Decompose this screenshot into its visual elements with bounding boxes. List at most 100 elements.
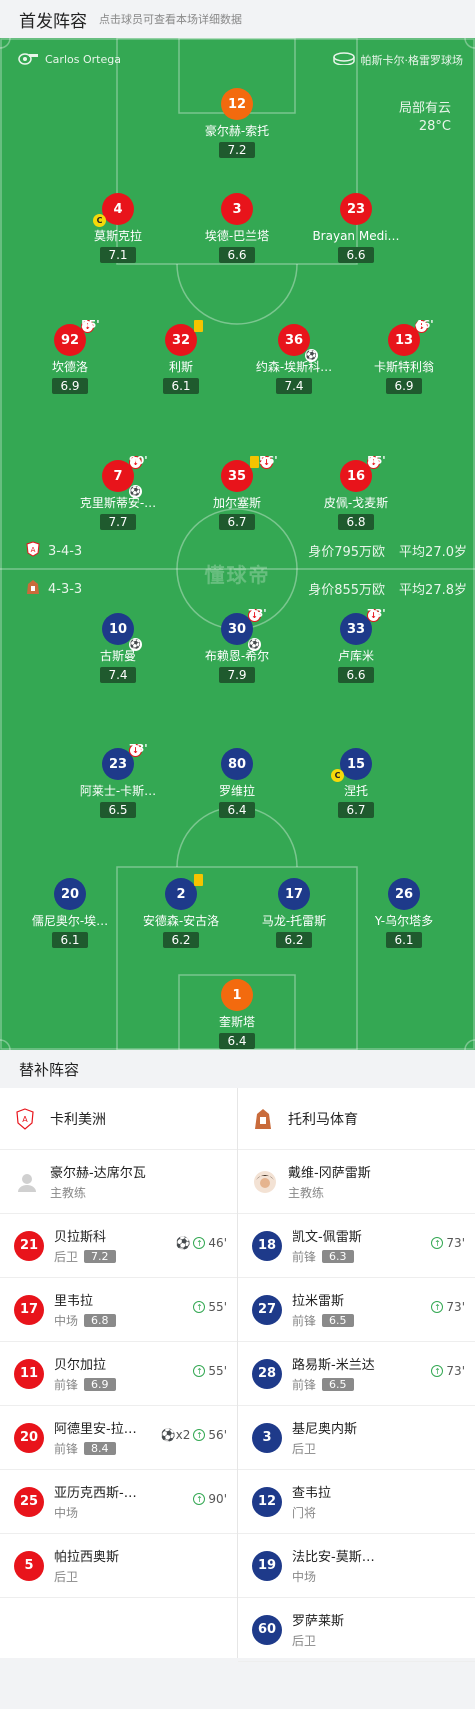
- sub-number: 18: [252, 1230, 282, 1261]
- player-away-30[interactable]: 30 ↓ ⚽ 73' 布赖恩-希尔 7.9: [182, 607, 292, 683]
- whistle-icon: [17, 51, 39, 68]
- sub-rating: 6.5: [322, 1378, 354, 1391]
- svg-text:A: A: [22, 1115, 28, 1124]
- player-name: 卡斯特利翁: [373, 360, 434, 374]
- player-away-2[interactable]: 2 安德森-安古洛 6.2: [126, 874, 236, 948]
- away-team-row[interactable]: 托利马体育: [238, 1088, 475, 1150]
- home-coach-row[interactable]: 豪尔赫-达席尔瓦 主教练: [0, 1150, 237, 1214]
- player-number: 13 ↓ 46': [388, 318, 434, 356]
- sub-row[interactable]: 17 里韦拉 中场 6.8 ↑ 55': [0, 1278, 237, 1342]
- player-number: 17: [278, 878, 310, 910]
- sub-info: 凯文-佩雷斯 前锋 6.3: [292, 1226, 412, 1265]
- player-away-80[interactable]: 80 罗维拉 6.4: [182, 748, 292, 818]
- player-away-17[interactable]: 17 马龙-托雷斯 6.2: [239, 878, 349, 948]
- goal-icon: ⚽: [248, 638, 261, 651]
- referee-info: Carlos Ortega: [17, 51, 121, 68]
- away-crest-icon: [252, 1106, 274, 1132]
- sub-in-icon: ↑: [193, 1301, 206, 1313]
- player-away-1[interactable]: 1 奎斯塔 6.4: [182, 979, 292, 1049]
- player-home-13[interactable]: 13 ↓ 46' 卡斯特利翁 6.9: [349, 318, 459, 394]
- player-number: 26: [388, 878, 420, 910]
- sub-rating: 6.5: [322, 1314, 354, 1327]
- home-team-name: 卡利美洲: [50, 1111, 106, 1128]
- sub-rating: 8.4: [84, 1442, 116, 1455]
- player-number: 36 ⚽: [278, 324, 318, 362]
- player-home-35[interactable]: 35 ↓ 56' 加尔塞斯 6.7: [182, 454, 292, 530]
- sub-time: 73': [129, 742, 148, 755]
- away-coach-row[interactable]: 戴维-冈萨雷斯 主教练: [238, 1150, 475, 1214]
- sub-time: 90': [208, 1492, 227, 1506]
- player-rating: 7.9: [219, 667, 255, 683]
- sub-name: 贝尔加拉: [54, 1358, 107, 1373]
- sub-row[interactable]: 28 路易斯-米兰达 前锋 6.5 ↑ 73': [238, 1342, 475, 1406]
- sub-row[interactable]: 18 凯文-佩雷斯 前锋 6.3 ↑ 73': [238, 1214, 475, 1278]
- player-away-15[interactable]: 15 C 涅托 6.7: [301, 748, 411, 818]
- sub-row[interactable]: 11 贝尔加拉 前锋 6.9 ↑ 55': [0, 1342, 237, 1406]
- player-rating: 6.7: [338, 802, 374, 818]
- player-home-32[interactable]: 32 利斯 6.1: [126, 320, 236, 394]
- sub-row[interactable]: 20 阿德里安-拉… 前锋 8.4 ⚽x2 ↑ 56': [0, 1406, 237, 1470]
- yellow-card-icon: [194, 874, 203, 886]
- sub-name: 里韦拉: [54, 1294, 94, 1309]
- sub-position: 前锋: [292, 1250, 317, 1264]
- sub-time: 73': [446, 1364, 465, 1378]
- sub-rating: 7.2: [84, 1250, 116, 1263]
- sub-number: 21: [14, 1230, 44, 1261]
- yellow-card-icon: [194, 320, 203, 332]
- player-rating: 6.7: [219, 514, 255, 530]
- player-home-3[interactable]: 3 埃德-巴兰塔 6.6: [182, 193, 292, 263]
- weather-info: 局部有云 28°C: [399, 100, 451, 136]
- player-away-26[interactable]: 26 Y-乌尔塔多 6.1: [349, 878, 459, 948]
- player-home-36[interactable]: 36 ⚽ 约森-埃斯科… 7.4: [239, 324, 349, 394]
- sub-info: 拉米雷斯 前锋 6.5: [292, 1290, 412, 1329]
- player-home-23[interactable]: 23 Brayan Medi… 6.6: [301, 193, 411, 263]
- sub-position: 前锋: [292, 1378, 317, 1392]
- player-home-16[interactable]: 16 ↓ 55' 皮佩-戈麦斯 6.8: [301, 454, 411, 530]
- sub-row[interactable]: 25 亚历克西斯-… 中场 ↑ 90': [0, 1470, 237, 1534]
- sub-name: 阿德里安-拉…: [54, 1422, 137, 1437]
- player-away-33[interactable]: 33 ↓ 73' 卢库米 6.6: [301, 607, 411, 683]
- away-market-value: 身价855万欧: [308, 583, 386, 598]
- sub-row[interactable]: 19 法比安-莫斯… 中场: [238, 1534, 475, 1598]
- sub-row[interactable]: 60 罗萨莱斯 后卫: [238, 1598, 475, 1662]
- coach-avatar-icon: [252, 1169, 278, 1195]
- goal-icon: ⚽: [175, 1236, 191, 1250]
- sub-row[interactable]: 12 查韦拉 门将: [238, 1470, 475, 1534]
- coach-role: 主教练: [288, 1186, 325, 1200]
- sub-row[interactable]: 5 帕拉西奥斯 后卫: [0, 1534, 237, 1598]
- assist-icon: ⚽: [305, 349, 318, 362]
- player-away-20[interactable]: 20 儒尼奥尔-埃… 6.1: [15, 878, 125, 948]
- player-name: 克里斯蒂安-…: [79, 496, 157, 510]
- sub-info: 基尼奥内斯 后卫: [292, 1418, 412, 1457]
- player-name: Brayan Medi…: [312, 229, 400, 243]
- player-name: 利斯: [168, 360, 193, 374]
- away-subs-column: 托利马体育 戴维-冈萨雷斯 主教练 18 凯文-佩雷斯 前锋 6.3 ↑ 73' 2…: [238, 1088, 475, 1662]
- sub-event: ↑ 55': [193, 1364, 227, 1378]
- player-number: 33 ↓ 73': [340, 607, 386, 645]
- player-rating: 6.2: [276, 932, 312, 948]
- sub-time: 73': [446, 1300, 465, 1314]
- player-home-92[interactable]: 92 ↓ 55' 坎德洛 6.9: [15, 318, 125, 394]
- player-home-7[interactable]: 7 ↓ ⚽ 90' 克里斯蒂安-… 7.7: [63, 454, 173, 530]
- player-number: 3: [221, 193, 253, 225]
- sub-row[interactable]: 21 贝拉斯科 后卫 7.2 ⚽ ↑ 46': [0, 1214, 237, 1278]
- player-away-23[interactable]: 23 ↓ 73' 阿莱士-卡斯… 6.5: [63, 742, 173, 818]
- captain-icon: C: [331, 769, 344, 782]
- player-number: 15 C: [331, 748, 372, 782]
- away-formation: 4-3-3: [26, 579, 82, 599]
- sub-row[interactable]: 3 基尼奥内斯 后卫: [238, 1406, 475, 1470]
- stadium-icon: [332, 51, 355, 68]
- referee-name: Carlos Ortega: [45, 53, 121, 66]
- player-home-12[interactable]: 12 豪尔赫-索托 7.2: [182, 88, 292, 158]
- player-number: 1: [221, 979, 253, 1011]
- sub-name: 贝拉斯科: [54, 1230, 107, 1245]
- sub-name: 亚历克西斯-…: [54, 1486, 137, 1501]
- sub-position: 中场: [292, 1570, 317, 1584]
- player-away-10[interactable]: 10 ⚽ 古斯曼 7.4: [63, 613, 173, 683]
- sub-row[interactable]: 27 拉米雷斯 前锋 6.5 ↑ 73': [238, 1278, 475, 1342]
- player-home-4[interactable]: 4C 莫斯克拉 7.1: [63, 193, 173, 263]
- home-team-row[interactable]: A 卡利美洲: [0, 1088, 237, 1150]
- coach-role: 主教练: [50, 1186, 87, 1200]
- player-rating: 6.1: [163, 378, 199, 394]
- sub-info: 法比安-莫斯… 中场: [292, 1546, 412, 1585]
